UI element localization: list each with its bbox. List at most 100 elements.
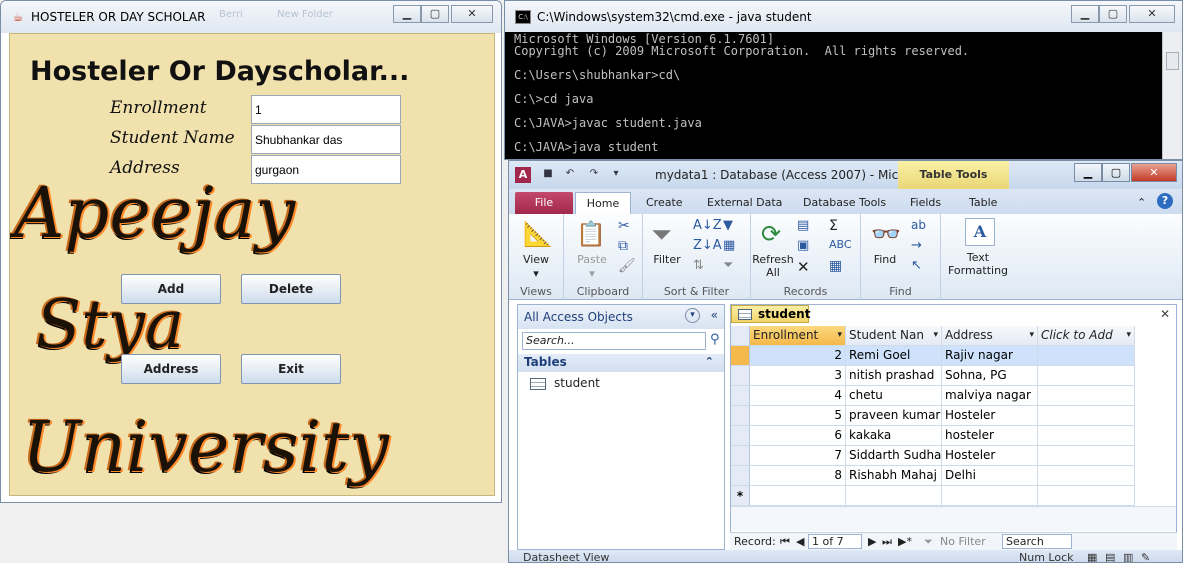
cell-click-to-add[interactable] <box>1038 466 1135 486</box>
cell-address[interactable]: malviya nagar <box>942 386 1038 406</box>
close-icon[interactable]: ✕ <box>451 5 493 23</box>
cell-click-to-add[interactable] <box>1038 446 1135 466</box>
close-icon[interactable]: ✕ <box>1131 163 1177 182</box>
format-painter-icon[interactable]: 🖌 <box>618 258 636 274</box>
address-button[interactable]: Address <box>121 354 221 384</box>
table-row[interactable]: 3 nitish prashad Sohna, PG <box>731 366 1135 386</box>
cell-address[interactable]: Hosteler <box>942 446 1038 466</box>
row-selector[interactable] <box>731 406 750 426</box>
cell-enrollment[interactable]: 5 <box>750 406 846 426</box>
undo-icon[interactable]: ↶ <box>563 167 577 181</box>
save-icon[interactable]: ■ <box>541 167 555 181</box>
tab-table[interactable]: Table <box>969 192 997 214</box>
row-selector[interactable] <box>731 346 750 366</box>
row-selector[interactable] <box>731 446 750 466</box>
cell-address[interactable]: Rajiv nagar <box>942 346 1038 366</box>
new-record-marker[interactable]: * <box>731 486 750 506</box>
table-row[interactable]: 5 praveen kumar Hosteler <box>731 406 1135 426</box>
new-record-icon[interactable]: ▤ <box>797 218 809 233</box>
table-row[interactable]: 8 Rishabh Mahaj Delhi <box>731 466 1135 486</box>
column-header-enrollment[interactable]: Enrollment ▾ <box>750 326 846 346</box>
exit-button[interactable]: Exit <box>241 354 341 384</box>
cut-icon[interactable]: ✂ <box>618 218 630 234</box>
advanced-filter-icon[interactable]: ▦ <box>723 238 735 253</box>
student-name-field[interactable]: Shubhankar das <box>251 125 401 154</box>
paste-icon[interactable]: 📋 <box>576 220 606 248</box>
cell-address[interactable]: Delhi <box>942 466 1038 486</box>
first-record-icon[interactable]: ⏮ <box>780 535 790 549</box>
cell-address[interactable] <box>942 486 1038 506</box>
collapse-section-icon[interactable]: ⌃ <box>705 355 714 368</box>
cell-click-to-add[interactable] <box>1038 386 1135 406</box>
sort-descending-icon[interactable]: Z↓A <box>693 238 722 253</box>
tab-file[interactable]: File <box>515 192 573 214</box>
filter-button[interactable]: Filter <box>645 253 689 266</box>
replace-icon[interactable]: ab <box>911 218 926 232</box>
table-row[interactable]: 6 kakaka hosteler <box>731 426 1135 446</box>
view-icon[interactable]: 📐 <box>523 220 553 248</box>
cell-address[interactable]: Sohna, PG <box>942 366 1038 386</box>
new-record-icon[interactable]: ▶* <box>898 535 912 548</box>
redo-icon[interactable]: ↷ <box>587 167 601 181</box>
refresh-icon[interactable]: ⟳ <box>761 220 781 248</box>
close-document-icon[interactable]: ✕ <box>1160 307 1170 321</box>
go-to-icon[interactable]: → <box>911 238 922 253</box>
cell-enrollment[interactable]: 7 <box>750 446 846 466</box>
cmd-title-bar[interactable]: C:\ C:\Windows\system32\cmd.exe - java s… <box>505 1 1182 32</box>
pivot-table-view-icon[interactable]: ▤ <box>1105 551 1115 562</box>
tab-fields[interactable]: Fields <box>910 192 941 214</box>
cell-student-name[interactable]: chetu <box>846 386 942 406</box>
cell-student-name[interactable]: Siddarth Sudha <box>846 446 942 466</box>
minimize-icon[interactable]: ▁ <box>1074 163 1102 182</box>
column-header-click-to-add[interactable]: Click to Add ▾ <box>1038 326 1135 346</box>
close-icon[interactable]: ✕ <box>1129 5 1175 23</box>
console-output[interactable]: Microsoft Windows [Version 6.1.7601] Cop… <box>514 32 1158 159</box>
search-icon[interactable]: ⚲ <box>710 332 720 347</box>
cell-student-name[interactable]: kakaka <box>846 426 942 446</box>
more-records-icon[interactable]: ▦ <box>829 258 842 274</box>
minimize-ribbon-icon[interactable]: ⌃ <box>1137 192 1146 214</box>
minimize-icon[interactable]: ▁ <box>1071 5 1099 23</box>
collapse-pane-icon[interactable]: « <box>711 308 718 322</box>
sort-ascending-icon[interactable]: A↓Z <box>693 218 722 233</box>
nav-section-tables[interactable]: Tables ⌃ <box>518 354 724 372</box>
view-button[interactable]: View <box>509 253 563 266</box>
cell-enrollment[interactable]: 3 <box>750 366 846 386</box>
select-all-cell[interactable] <box>731 326 750 346</box>
totals-icon[interactable]: Σ <box>829 218 838 234</box>
doc-tab-student[interactable]: student <box>731 305 810 323</box>
tab-home[interactable]: Home <box>575 192 631 214</box>
record-search-input[interactable]: Search <box>1002 534 1072 549</box>
tab-create[interactable]: Create <box>646 192 683 214</box>
nav-search-input[interactable]: Search... <box>522 332 706 350</box>
maximize-icon[interactable]: ▢ <box>1102 163 1130 182</box>
cell-enrollment[interactable]: 6 <box>750 426 846 446</box>
refresh-all-button[interactable]: Refresh <box>751 253 795 266</box>
nav-menu-chevron-icon[interactable]: ▾ <box>685 308 700 323</box>
row-selector[interactable] <box>731 386 750 406</box>
cell-enrollment[interactable]: 8 <box>750 466 846 486</box>
find-button[interactable]: Find <box>865 253 905 266</box>
customize-icon[interactable]: ▾ <box>609 167 623 181</box>
console-scrollbar[interactable] <box>1162 32 1182 159</box>
paste-button[interactable]: Paste <box>570 253 614 266</box>
maximize-icon[interactable]: ▢ <box>421 5 449 23</box>
pivot-chart-view-icon[interactable]: ▥ <box>1123 551 1133 562</box>
cell-address[interactable]: Hosteler <box>942 406 1038 426</box>
binoculars-icon[interactable]: 👓 <box>871 220 901 248</box>
cell-student-name[interactable] <box>846 486 942 506</box>
filter-icon[interactable]: ⏷ <box>651 220 672 251</box>
cell-student-name[interactable]: praveen kumar <box>846 406 942 426</box>
row-selector[interactable] <box>731 426 750 446</box>
previous-record-icon[interactable]: ◀ <box>796 535 804 548</box>
nav-item-student[interactable]: student <box>530 376 600 390</box>
cell-click-to-add[interactable] <box>1038 366 1135 386</box>
spelling-icon[interactable]: ABC <box>829 238 852 251</box>
refresh-all-label[interactable]: All <box>751 266 795 279</box>
cell-click-to-add[interactable] <box>1038 406 1135 426</box>
table-row[interactable]: 4 chetu malviya nagar <box>731 386 1135 406</box>
row-selector[interactable] <box>731 466 750 486</box>
tab-database-tools[interactable]: Database Tools <box>803 192 886 214</box>
cell-enrollment[interactable]: 2 <box>750 346 846 366</box>
toggle-filter-icon[interactable]: ⏷ <box>723 258 733 273</box>
